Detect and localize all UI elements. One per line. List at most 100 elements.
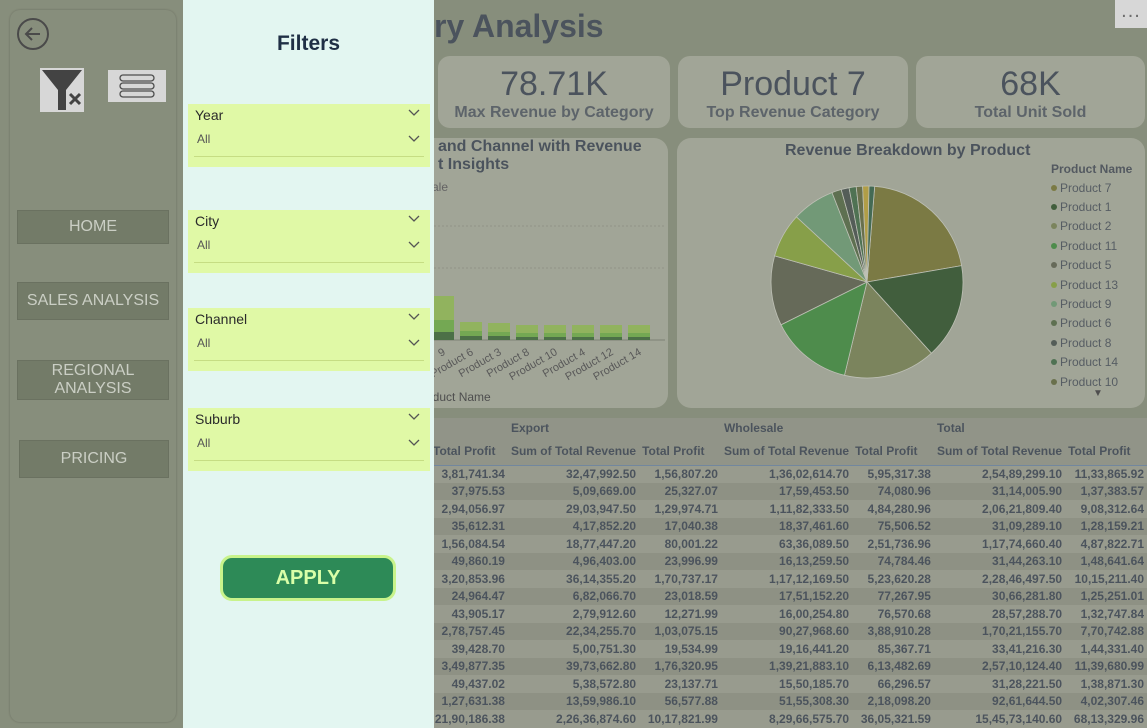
legend-item[interactable]: Product 7 bbox=[1051, 178, 1118, 197]
table-row[interactable]: 49,860.19 4,96,403.00 23,996.99 16,13,259.5… bbox=[430, 552, 1147, 570]
apply-button[interactable]: APPLY bbox=[220, 555, 396, 601]
table-row[interactable]: 43,905.17 2,79,912.60 12,271.99 16,00,254.8… bbox=[430, 605, 1147, 623]
legend-item[interactable]: Product 14 bbox=[1051, 353, 1118, 372]
legend-item[interactable]: Product 9 bbox=[1051, 294, 1118, 313]
bar-segment[interactable] bbox=[432, 320, 454, 332]
bar-segment[interactable] bbox=[432, 296, 454, 320]
legend-swatch bbox=[1051, 281, 1057, 288]
table-row[interactable]: 35,612.31 4,17,852.20 17,040.38 18,37,461.6… bbox=[430, 517, 1147, 535]
bar-chart-x-axis-label: oduct Name bbox=[426, 390, 491, 404]
slicer-value[interactable]: All bbox=[197, 132, 210, 146]
table-row[interactable]: 3,20,853.96 36,14,355.20 1,70,737.17 1,17,1… bbox=[430, 570, 1147, 588]
table-cell: 85,367.71 bbox=[852, 640, 934, 658]
legend-item[interactable]: Product 11 bbox=[1051, 236, 1118, 255]
chevron-down-icon[interactable] bbox=[408, 135, 420, 143]
table-cell: 21,90,186.38 bbox=[430, 710, 508, 728]
table-row[interactable]: 2,94,056.97 29,03,947.50 1,29,974.71 1,11,8… bbox=[430, 500, 1147, 518]
slicer-value[interactable]: All bbox=[197, 336, 210, 350]
bar-segment[interactable] bbox=[460, 331, 482, 336]
column-header[interactable]: Total Profit bbox=[639, 438, 721, 466]
bar-segment[interactable] bbox=[488, 332, 510, 336]
nav-sales-analysis-button[interactable]: SALES ANALYSIS bbox=[17, 282, 169, 320]
nav-home-button[interactable]: HOME bbox=[17, 210, 169, 244]
chevron-down-icon[interactable] bbox=[408, 439, 420, 447]
bar-segment[interactable] bbox=[544, 325, 566, 333]
bar-segment[interactable] bbox=[516, 337, 538, 340]
bar-segment[interactable] bbox=[572, 325, 594, 333]
table-row[interactable]: 3,49,877.35 39,73,662.80 1,76,320.95 1,39,2… bbox=[430, 657, 1147, 675]
legend-item[interactable]: Product 2 bbox=[1051, 217, 1118, 236]
chevron-down-icon[interactable] bbox=[408, 215, 420, 223]
table-row[interactable]: 24,964.47 6,82,066.70 23,018.59 17,51,152.2… bbox=[430, 587, 1147, 605]
chevron-down-icon[interactable] bbox=[408, 313, 420, 321]
slicer-year[interactable]: Year All bbox=[188, 104, 430, 167]
slicer-channel[interactable]: Channel All bbox=[188, 308, 430, 371]
table-cell: 1,36,02,614.70 bbox=[720, 465, 853, 483]
chevron-down-icon[interactable] bbox=[408, 339, 420, 347]
slicer-value[interactable]: All bbox=[197, 238, 210, 252]
table-row[interactable]: 39,428.70 5,00,751.30 19,534.99 19,16,441.2… bbox=[430, 640, 1147, 658]
legend-swatch bbox=[1051, 339, 1057, 346]
bar-segment[interactable] bbox=[628, 337, 650, 340]
bar-segment[interactable] bbox=[572, 337, 594, 340]
column-header[interactable]: Total Profit bbox=[430, 438, 508, 466]
column-header[interactable]: Total Profit bbox=[1065, 438, 1147, 466]
table-cell: 23,996.99 bbox=[639, 552, 721, 570]
column-header[interactable]: Sum of Total Revenue bbox=[507, 438, 640, 466]
table-row[interactable]: 2,78,757.45 22,34,255.70 1,03,075.15 90,27,… bbox=[430, 622, 1147, 640]
bar-segment[interactable] bbox=[600, 337, 622, 340]
bar-segment[interactable] bbox=[488, 336, 510, 340]
bar-group bbox=[432, 296, 650, 340]
table-row[interactable]: 1,27,631.38 13,59,986.10 56,577.88 51,55,30… bbox=[430, 692, 1147, 710]
legend-item[interactable]: Product 5 bbox=[1051, 256, 1118, 275]
hamburger-menu-icon[interactable] bbox=[108, 70, 166, 102]
chevron-down-icon[interactable] bbox=[408, 241, 420, 249]
bar-segment[interactable] bbox=[544, 333, 566, 337]
legend-item[interactable]: Product 13 bbox=[1051, 275, 1118, 294]
table-cell: 37,975.53 bbox=[430, 482, 508, 500]
column-header[interactable]: Sum of Total Revenue bbox=[720, 438, 853, 466]
clear-filter-icon[interactable] bbox=[40, 68, 84, 112]
table-row[interactable]: 1,56,084.54 18,77,447.20 80,001.22 63,36,08… bbox=[430, 535, 1147, 553]
bar-segment[interactable] bbox=[628, 325, 650, 333]
table-cell: 10,15,211.40 bbox=[1065, 570, 1147, 588]
table-row[interactable]: 3,81,741.34 32,47,992.50 1,56,807.20 1,36,0… bbox=[430, 465, 1147, 483]
table-cell: 5,09,669.00 bbox=[507, 482, 640, 500]
bar-segment[interactable] bbox=[628, 333, 650, 337]
column-header[interactable]: Sum of Total Revenue bbox=[933, 438, 1066, 466]
bar-segment[interactable] bbox=[432, 332, 454, 340]
slicer-city[interactable]: City All bbox=[188, 210, 430, 273]
bar-segment[interactable] bbox=[488, 323, 510, 332]
bar-segment[interactable] bbox=[600, 333, 622, 337]
bar-segment[interactable] bbox=[460, 322, 482, 331]
bar-segment[interactable] bbox=[572, 333, 594, 337]
bar-segment[interactable] bbox=[544, 337, 566, 340]
chevron-down-icon[interactable] bbox=[408, 413, 420, 421]
legend-item[interactable]: Product 6 bbox=[1051, 314, 1118, 333]
legend-item[interactable]: Product 1 bbox=[1051, 197, 1118, 216]
nav-regional-analysis-button[interactable]: REGIONAL ANALYSIS bbox=[17, 360, 169, 400]
back-arrow-icon[interactable] bbox=[17, 18, 49, 50]
legend-item[interactable]: Product 10 bbox=[1051, 372, 1118, 391]
table-row[interactable]: 21,90,186.38 2,26,36,874.60 10,17,821.99 8,… bbox=[430, 710, 1147, 728]
slicer-value[interactable]: All bbox=[197, 436, 210, 450]
table-row[interactable]: 49,437.02 5,38,572.80 23,137.71 15,50,185.7… bbox=[430, 675, 1147, 693]
legend-item[interactable]: Product 8 bbox=[1051, 333, 1118, 352]
bar-segment[interactable] bbox=[516, 325, 538, 333]
table-cell: 32,47,992.50 bbox=[507, 465, 640, 483]
table-cell: 39,73,662.80 bbox=[507, 657, 640, 675]
nav-regional-line1: REGIONAL bbox=[51, 362, 135, 379]
more-options-icon[interactable]: ... bbox=[1115, 0, 1147, 28]
table-cell: 1,56,807.20 bbox=[639, 465, 721, 483]
legend-scroll-down-icon[interactable]: ▼ bbox=[1093, 388, 1103, 399]
nav-pricing-button[interactable]: PRICING bbox=[19, 440, 169, 478]
table-row[interactable]: 37,975.53 5,09,669.00 25,327.07 17,59,453.5… bbox=[430, 482, 1147, 500]
bar-segment[interactable] bbox=[460, 336, 482, 340]
column-header[interactable]: Total Profit bbox=[852, 438, 934, 466]
bar-segment[interactable] bbox=[516, 333, 538, 337]
chevron-down-icon[interactable] bbox=[408, 109, 420, 117]
slicer-suburb[interactable]: Suburb All bbox=[188, 408, 430, 471]
bar-segment[interactable] bbox=[600, 325, 622, 333]
pie-slice[interactable] bbox=[866, 185, 963, 283]
pie-chart-title: Revenue Breakdown by Product bbox=[785, 142, 1031, 159]
